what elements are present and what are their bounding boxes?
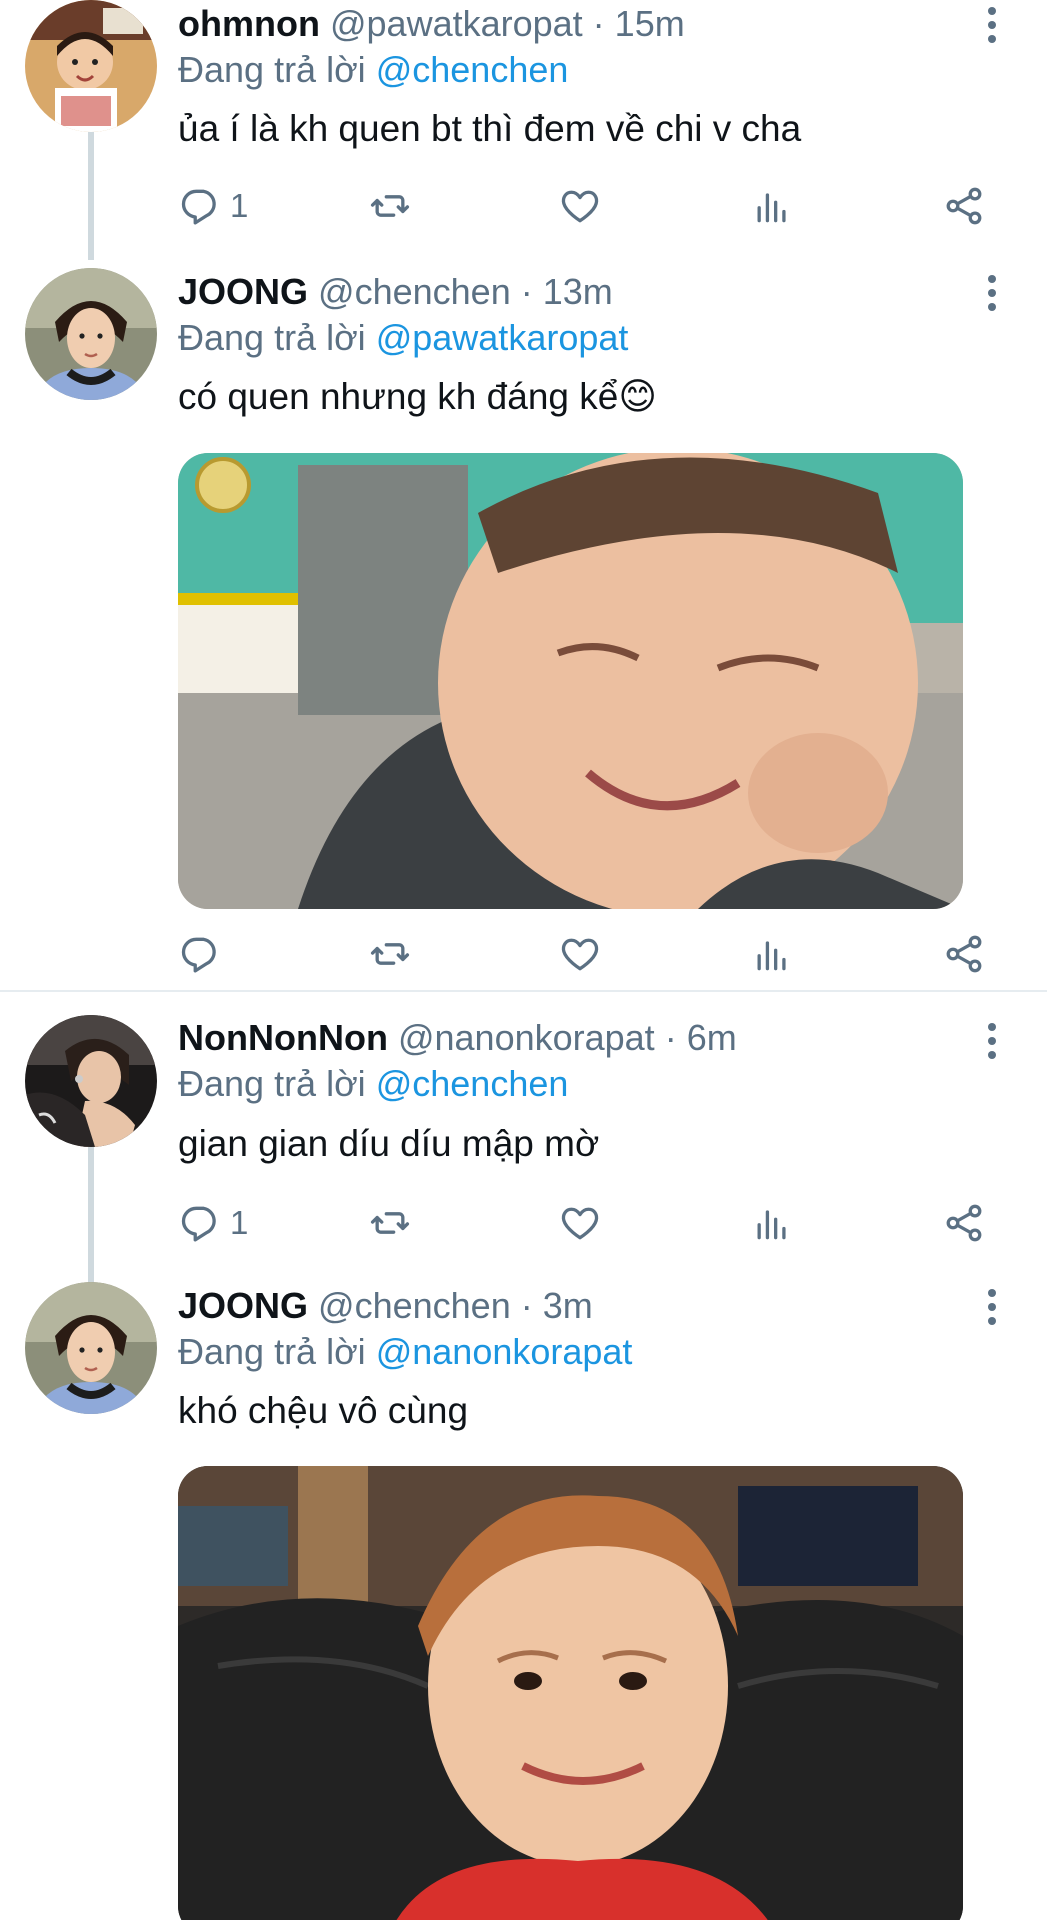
mention-link[interactable]: @chenchen	[376, 49, 569, 90]
replying-prefix: Đang trả lời	[178, 317, 366, 358]
display-name[interactable]: NonNonNon	[178, 1017, 388, 1058]
tweet-text: khó chệu vô cùng	[178, 1390, 469, 1431]
retweet-button[interactable]	[368, 928, 412, 980]
retweet-button[interactable]	[368, 180, 412, 232]
reply-count: 1	[230, 187, 249, 224]
retweet-button[interactable]	[368, 1197, 412, 1249]
share-icon	[946, 1204, 982, 1242]
retweet-icon	[370, 1212, 410, 1234]
reply-button[interactable]	[178, 928, 230, 980]
separator: ·	[510, 1285, 543, 1326]
action-bar: 1	[178, 180, 998, 232]
analytics-icon	[757, 1210, 786, 1240]
tweet-text: ủa í là kh quen bt thì đem về chi v cha	[178, 108, 802, 149]
separator: ·	[654, 1017, 687, 1058]
more-icon[interactable]	[975, 0, 1009, 50]
handle[interactable]: @chenchen	[318, 271, 511, 312]
replying-to: Đang trả lời @chenchen	[178, 48, 568, 92]
tweet-header: JOONG @chenchen · 3m	[178, 1284, 593, 1328]
tweet-header: JOONG @chenchen · 13m	[178, 270, 613, 314]
analytics-icon	[757, 193, 786, 223]
tweet-media[interactable]	[178, 453, 963, 909]
separator: ·	[510, 271, 543, 312]
more-icon[interactable]	[975, 268, 1009, 318]
reply-icon	[181, 1206, 216, 1242]
replying-prefix: Đang trả lời	[178, 49, 366, 90]
action-bar: 1	[178, 1197, 998, 1249]
action-bar	[178, 928, 998, 980]
like-icon	[561, 1207, 599, 1240]
tweet-2[interactable]: JOONG @chenchen · 13m Đang trả lời @pawa…	[0, 260, 1047, 990]
avatar-image	[25, 0, 157, 132]
analytics-button[interactable]	[750, 180, 794, 232]
tweet-header: ohmnon @pawatkaropat · 15m	[178, 2, 685, 46]
display-name[interactable]: ohmnon	[178, 3, 320, 44]
like-button[interactable]	[558, 928, 602, 980]
thread-line	[88, 1147, 94, 1287]
avatar[interactable]	[25, 1282, 157, 1414]
tweet-header: NonNonNon @nanonkorapat · 6m	[178, 1016, 737, 1060]
replying-prefix: Đang trả lời	[178, 1063, 366, 1104]
media-image-smiling-kid	[178, 1466, 963, 1920]
tweet-3[interactable]: NonNonNon @nanonkorapat · 6m Đang trả lờ…	[0, 1005, 1047, 1287]
conversation-divider	[0, 990, 1047, 992]
avatar-image	[25, 268, 157, 400]
timestamp[interactable]: 3m	[543, 1285, 593, 1326]
analytics-icon	[757, 941, 786, 971]
avatar[interactable]	[25, 1015, 157, 1147]
avatar-image	[25, 1015, 157, 1147]
tweet-text: gian gian díu díu mập mờ	[178, 1123, 600, 1164]
separator: ·	[582, 3, 615, 44]
replying-to: Đang trả lời @chenchen	[178, 1062, 568, 1106]
more-icon[interactable]	[975, 1282, 1009, 1332]
handle[interactable]: @chenchen	[318, 1285, 511, 1326]
reply-icon	[181, 937, 216, 973]
avatar[interactable]	[25, 268, 157, 400]
avatar[interactable]	[25, 0, 157, 132]
replying-to: Đang trả lời @pawatkaropat	[178, 316, 628, 360]
replying-prefix: Đang trả lời	[178, 1331, 366, 1372]
share-button[interactable]	[942, 1197, 986, 1249]
more-icon[interactable]	[975, 1016, 1009, 1066]
share-button[interactable]	[942, 180, 986, 232]
thread-line	[88, 132, 94, 260]
share-icon	[946, 187, 982, 225]
retweet-icon	[370, 943, 410, 965]
timestamp[interactable]: 6m	[687, 1017, 737, 1058]
handle[interactable]: @nanonkorapat	[398, 1017, 655, 1058]
like-icon	[561, 938, 599, 971]
like-button[interactable]	[558, 1197, 602, 1249]
media-image-laughing-kid	[178, 453, 963, 909]
retweet-icon	[370, 195, 410, 217]
avatar-image	[25, 1282, 157, 1414]
tweet-1[interactable]: ohmnon @pawatkaropat · 15m Đang trả lời …	[0, 0, 1047, 260]
like-icon	[561, 190, 599, 223]
display-name[interactable]: JOONG	[178, 271, 308, 312]
reply-icon	[181, 189, 216, 225]
tweet-media[interactable]	[178, 1466, 963, 1920]
handle[interactable]: @pawatkaropat	[330, 3, 583, 44]
reply-count: 1	[230, 1204, 249, 1241]
analytics-button[interactable]	[750, 1197, 794, 1249]
mention-link[interactable]: @nanonkorapat	[376, 1331, 633, 1372]
share-button[interactable]	[942, 928, 986, 980]
share-icon	[946, 935, 982, 973]
display-name[interactable]: JOONG	[178, 1285, 308, 1326]
reply-button[interactable]: 1	[178, 1197, 248, 1249]
tweet-text: có quen nhưng kh đáng kể😊	[178, 376, 657, 417]
analytics-button[interactable]	[750, 928, 794, 980]
mention-link[interactable]: @chenchen	[376, 1063, 569, 1104]
mention-link[interactable]: @pawatkaropat	[376, 317, 629, 358]
timestamp[interactable]: 15m	[615, 3, 685, 44]
tweet-4[interactable]: JOONG @chenchen · 3m Đang trả lời @nanon…	[0, 1280, 1047, 1920]
like-button[interactable]	[558, 180, 602, 232]
reply-button[interactable]: 1	[178, 180, 248, 232]
timestamp[interactable]: 13m	[543, 271, 613, 312]
replying-to: Đang trả lời @nanonkorapat	[178, 1330, 632, 1374]
